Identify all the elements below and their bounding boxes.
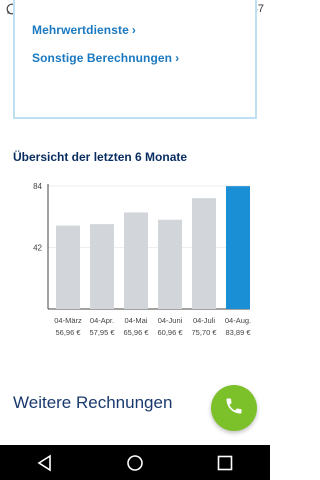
data-label: 83,89 € [225, 328, 251, 337]
more-invoices-title[interactable]: Weitere Rechnungen [13, 393, 172, 413]
bar [56, 225, 80, 309]
bar [90, 224, 114, 309]
bar [124, 212, 148, 309]
navigation-bar [0, 445, 270, 480]
link-sonstige-berechnungen[interactable]: Sonstige Berechnungen › [32, 51, 179, 65]
x-tick-label: 04-Aug. [225, 316, 251, 325]
y-tick-label: 84 [33, 182, 42, 191]
x-tick-label: 04-Apr. [90, 316, 114, 325]
call-button[interactable] [211, 385, 257, 431]
data-label: 56,96 € [55, 328, 81, 337]
back-icon[interactable] [33, 451, 57, 475]
bar [226, 186, 250, 309]
home-icon[interactable] [123, 451, 147, 475]
data-label: 65,96 € [123, 328, 149, 337]
chevron-right-icon: › [175, 51, 180, 65]
link-mehrwertdienste[interactable]: Mehrwertdienste › [32, 23, 136, 37]
chevron-right-icon: › [131, 23, 136, 37]
x-tick-label: 04-März [54, 316, 82, 325]
link-label: Sonstige Berechnungen [32, 51, 173, 65]
data-label: 60,96 € [157, 328, 183, 337]
overview-title: Übersicht der letzten 6 Monate [13, 150, 188, 164]
recents-icon[interactable] [213, 451, 237, 475]
monthly-bar-chart: 42 84 04-März 56,96 € 04-Apr. 57,95 € 04-Mai 65… [33, 182, 251, 337]
bar [192, 198, 216, 309]
x-tick-label: 04-Mai [125, 316, 148, 325]
link-label: Mehrwertdienste [32, 23, 129, 37]
bar [158, 219, 182, 309]
data-label: 75,70 € [191, 328, 217, 337]
x-tick-label: 04-Juni [158, 316, 183, 325]
y-tick-label: 42 [33, 244, 42, 253]
data-label: 57,95 € [89, 328, 115, 337]
x-tick-label: 04-Juli [193, 316, 215, 325]
phone-icon [224, 396, 244, 421]
